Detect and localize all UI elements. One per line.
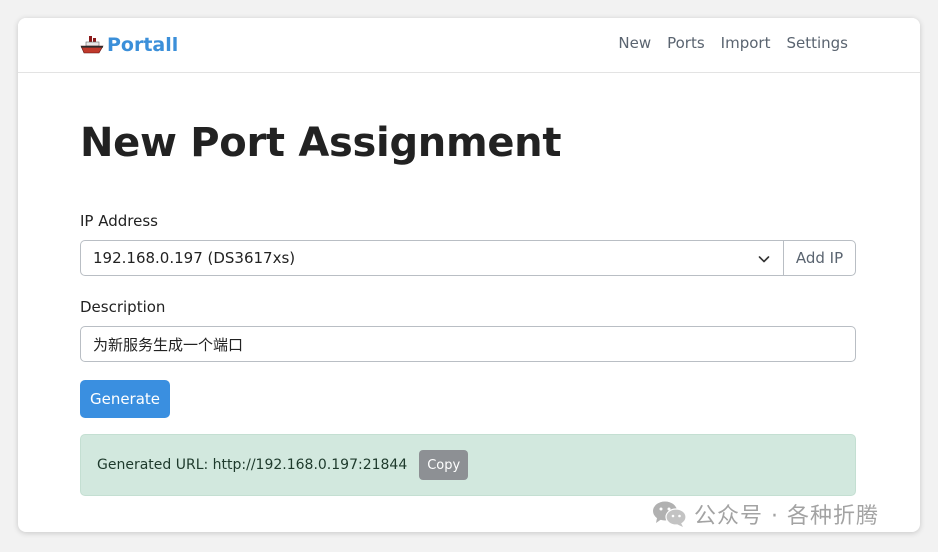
brand-link[interactable]: Portall (80, 32, 178, 58)
description-label: Description (80, 298, 166, 316)
generated-url-alert: Generated URL: http://192.168.0.197:2184… (80, 434, 856, 496)
nav-link-new[interactable]: New (618, 34, 651, 52)
add-ip-button[interactable]: Add IP (783, 240, 856, 276)
ip-address-select[interactable]: 192.168.0.197 (DS3617xs) (80, 240, 783, 276)
description-input[interactable] (80, 326, 856, 362)
generated-url-text: Generated URL: http://192.168.0.197:2184… (97, 457, 408, 473)
generate-button[interactable]: Generate (80, 380, 170, 418)
ip-select-group: 192.168.0.197 (DS3617xs) Add IP (80, 240, 856, 276)
ip-address-selected-value: 192.168.0.197 (DS3617xs) (93, 249, 296, 267)
chevron-down-icon (758, 256, 770, 263)
brand-name: Portall (107, 34, 179, 56)
nav-link-settings[interactable]: Settings (786, 34, 848, 52)
nav-link-import[interactable]: Import (721, 34, 771, 52)
watermark-text: 公众号 · 各种折腾 (694, 504, 879, 529)
app-window: Portall New Ports Import Settings New Po… (18, 18, 920, 532)
page-title: New Port Assignment (80, 120, 562, 166)
nav-links: New Ports Import Settings (618, 34, 848, 52)
copy-button[interactable]: Copy (419, 450, 469, 480)
navbar: Portall New Ports Import Settings (18, 18, 920, 73)
wechat-icon (653, 501, 687, 527)
watermark: 公众号 · 各种折腾 (652, 498, 879, 530)
nav-link-ports[interactable]: Ports (667, 34, 705, 52)
ip-address-label: IP Address (80, 212, 158, 230)
ship-icon (80, 36, 104, 54)
